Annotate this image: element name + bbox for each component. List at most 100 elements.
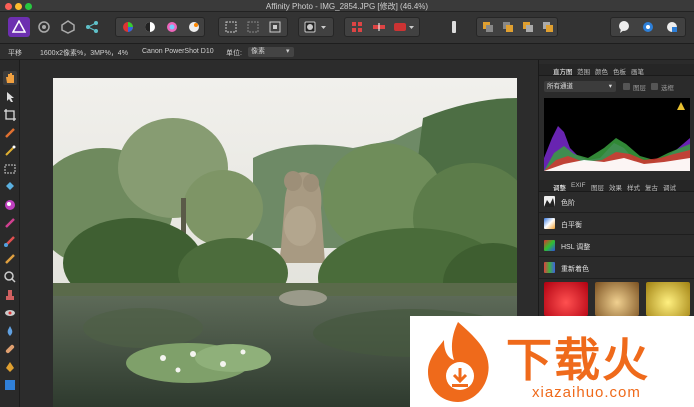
adjustment-hsl[interactable]: HSL 调整 <box>539 235 694 257</box>
adjustment-white-balance[interactable]: 白平衡 <box>539 213 694 235</box>
eye-icon <box>5 310 15 316</box>
droplet-icon <box>7 326 13 336</box>
help-button[interactable] <box>638 17 658 37</box>
color-wheel-icon <box>123 22 133 32</box>
tab-swatches[interactable]: 色板 <box>613 66 626 76</box>
arrange-forward-one-icon <box>523 22 533 32</box>
auto-contrast-button[interactable] <box>140 17 160 37</box>
gradient-icon <box>5 200 15 210</box>
levels-icon <box>544 196 555 207</box>
color-circle-icon <box>167 22 177 32</box>
develop-persona-button[interactable] <box>58 17 78 37</box>
blur-brush-tool[interactable] <box>3 324 17 338</box>
rectangle-icon <box>5 380 15 390</box>
white-balance-icon <box>544 218 555 229</box>
unit-value: 像素 <box>251 48 265 55</box>
rectangle-marquee-icon <box>4 164 16 174</box>
contrast-icon <box>145 22 155 32</box>
comments-button[interactable] <box>614 17 634 37</box>
selection-brush-tool[interactable] <box>3 126 17 140</box>
marquee-checkbox-label: 选框 <box>661 85 674 92</box>
crop-tool[interactable] <box>3 108 17 122</box>
pen-tool[interactable] <box>3 360 17 374</box>
unit-select[interactable]: 像素 ▾ <box>248 47 294 57</box>
flood-select-tool[interactable] <box>3 144 17 158</box>
auto-white-balance-button[interactable] <box>184 17 204 37</box>
fill-tool[interactable] <box>3 180 17 194</box>
assistant-button[interactable] <box>391 17 417 37</box>
arrange-back-one-icon <box>503 22 513 32</box>
healing-tool[interactable] <box>3 342 17 356</box>
paint-brush-tool[interactable] <box>3 216 17 230</box>
auto-levels-button[interactable] <box>118 17 138 37</box>
invert-selection-button[interactable] <box>265 17 285 37</box>
snapping-icon <box>373 23 385 31</box>
unit-label: 单位: <box>226 50 242 57</box>
move-tool[interactable] <box>3 90 17 104</box>
deselect-icon <box>247 21 259 33</box>
speech-bubble-icon <box>619 21 629 33</box>
preset-sepia[interactable] <box>595 282 639 316</box>
grid-button[interactable] <box>347 17 367 37</box>
rectangle-tool[interactable] <box>3 378 17 392</box>
layer-checkbox-label: 图层 <box>633 85 646 92</box>
preset-yellow[interactable] <box>646 282 690 316</box>
dropdown-arrow-icon: ▾ <box>608 83 612 90</box>
adjustment-levels[interactable]: 色阶 <box>539 191 694 213</box>
tab-histogram[interactable]: 直方图 <box>553 66 573 76</box>
photo-persona-icon <box>12 20 26 33</box>
marquee-checkbox[interactable] <box>651 83 658 90</box>
zoom-tool[interactable] <box>3 270 17 284</box>
red-eye-tool[interactable] <box>3 306 17 320</box>
snapping-button[interactable] <box>369 17 389 37</box>
liquify-persona-button[interactable] <box>34 17 54 37</box>
flame-logo-icon <box>428 322 489 402</box>
photo-persona-button[interactable] <box>8 17 30 37</box>
tab-exif[interactable]: EXIF <box>571 182 585 189</box>
export-persona-button[interactable] <box>82 17 102 37</box>
channel-select[interactable]: 所有通道 ▾ <box>544 81 616 92</box>
adjustment-recolor[interactable]: 重新着色 <box>539 257 694 279</box>
move-to-back-button[interactable] <box>479 17 497 37</box>
auto-colors-button[interactable] <box>162 17 182 37</box>
deselect-button[interactable] <box>243 17 263 37</box>
gradient-tool[interactable] <box>3 198 17 212</box>
dodge-tool[interactable] <box>3 252 17 266</box>
move-forward-one-button[interactable] <box>519 17 537 37</box>
hand-icon <box>6 73 14 83</box>
quick-mask-button[interactable] <box>301 17 331 37</box>
clone-tool[interactable] <box>3 288 17 302</box>
grid-icon <box>352 22 362 32</box>
move-to-front-button[interactable] <box>539 17 557 37</box>
invert-selection-icon <box>269 21 281 33</box>
pen-icon <box>452 21 456 33</box>
quick-mask-icon <box>304 21 326 33</box>
tab-brushes[interactable]: 画笔 <box>631 66 644 76</box>
histogram <box>544 98 690 171</box>
magic-wand-icon <box>5 145 16 156</box>
context-toolbar: 平移 1600x2像素%，3MP%，4% Canon PowerShot D10… <box>0 44 694 60</box>
marquee-tool[interactable] <box>3 162 17 176</box>
top-panel-tabs: 直方图 范围 颜色 色板 画笔 <box>539 64 694 76</box>
move-back-one-button[interactable] <box>499 17 517 37</box>
recolor-icon <box>544 262 555 273</box>
channel-value: 所有通道 <box>547 83 573 90</box>
crop-icon <box>4 109 16 121</box>
help-bubble-icon <box>643 22 653 32</box>
select-all-button[interactable] <box>221 17 241 37</box>
main-toolbar <box>0 12 694 44</box>
view-tool[interactable] <box>3 71 17 85</box>
histogram-graph <box>544 126 690 171</box>
tab-scope[interactable]: 范围 <box>577 66 590 76</box>
tools-panel <box>0 60 20 407</box>
magnifier-icon <box>4 271 16 283</box>
layer-checkbox[interactable] <box>623 83 630 90</box>
hsl-icon <box>544 240 555 251</box>
color-replacement-tool[interactable] <box>3 234 17 248</box>
tab-color[interactable]: 颜色 <box>595 66 608 76</box>
preset-red[interactable] <box>544 282 588 316</box>
brush-options-button[interactable] <box>444 17 464 37</box>
white-balance-icon <box>189 22 199 32</box>
adjustment-label: 重新着色 <box>561 266 589 273</box>
studio-button[interactable] <box>662 17 682 37</box>
